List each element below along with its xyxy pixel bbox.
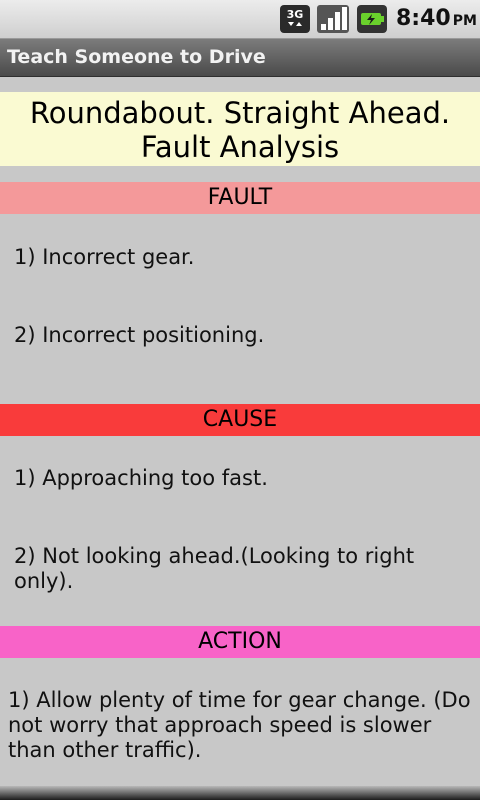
cause-item: 1) Approaching too fast.	[14, 466, 268, 490]
network-label: 3G	[287, 8, 304, 21]
scroll-edge-shadow	[0, 786, 480, 800]
action-section-header: ACTION	[0, 626, 480, 658]
fault-item: 2) Incorrect positioning.	[14, 323, 265, 347]
fault-section-header: FAULT	[0, 182, 480, 214]
clock: 8:40 PM	[396, 6, 477, 31]
battery-charging-icon	[357, 5, 387, 33]
heading-line-2: Fault Analysis	[140, 130, 340, 164]
title-gap	[0, 77, 480, 91]
cause-section-header: CAUSE	[0, 404, 480, 436]
network-3g-icon: 3G	[280, 5, 310, 33]
fault-item: 1) Incorrect gear.	[14, 245, 195, 269]
cause-item: 2) Not looking ahead.(Looking to right o…	[14, 544, 415, 593]
app-title-bar: Teach Someone to Drive	[0, 39, 480, 77]
action-item: 1) Allow plenty of time for gear change.…	[8, 688, 471, 762]
heading-line-1: Roundabout. Straight Ahead.	[29, 96, 451, 130]
signal-strength-icon	[317, 5, 349, 33]
app-title: Teach Someone to Drive	[7, 46, 266, 68]
page-heading: Roundabout. Straight Ahead. Fault Analys…	[0, 92, 480, 166]
clock-time: 8:40	[396, 6, 451, 31]
clock-ampm: PM	[452, 13, 477, 29]
status-bar: 3G 8:40 PM	[0, 0, 480, 39]
